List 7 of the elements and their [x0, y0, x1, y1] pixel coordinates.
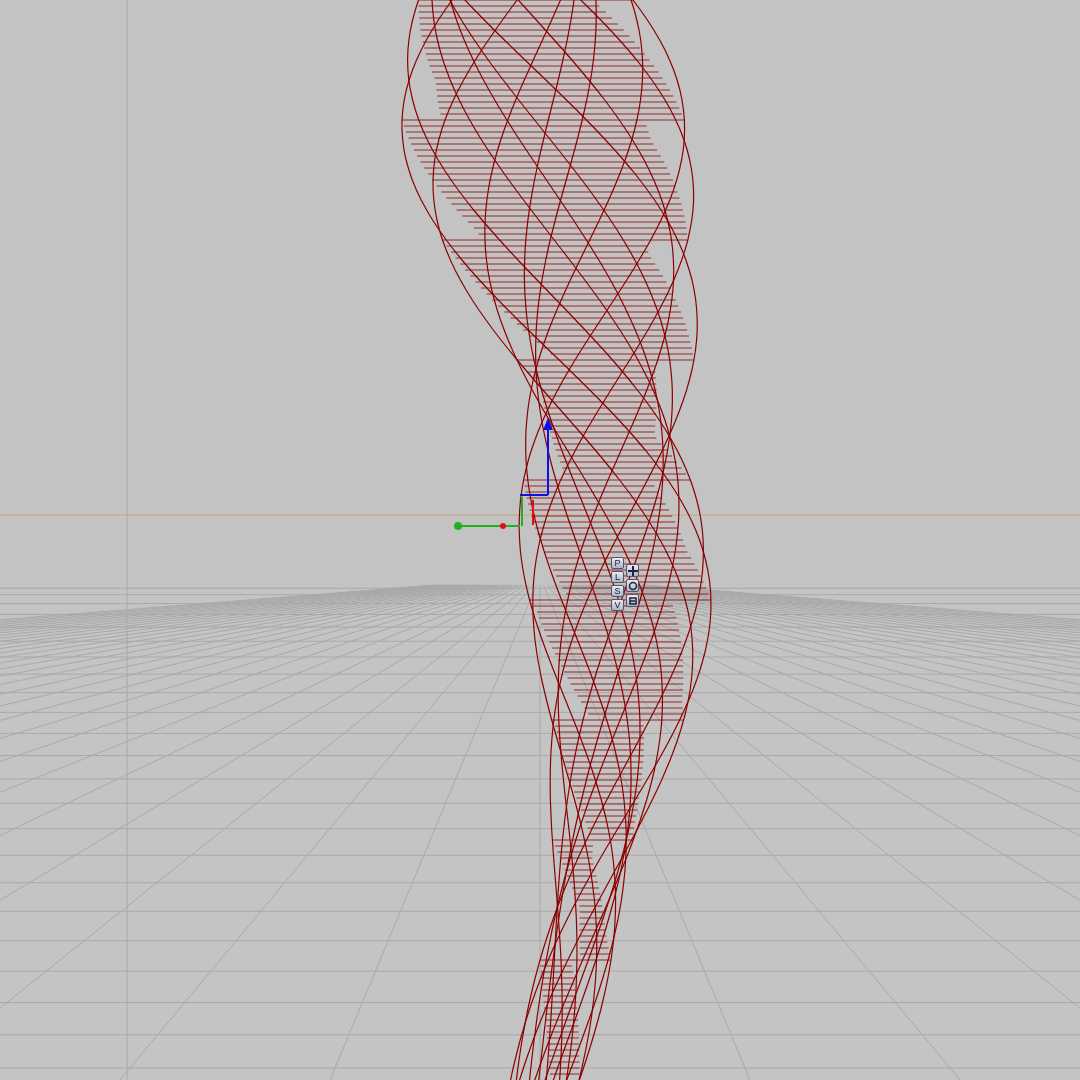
view-mode-button[interactable]: P: [611, 557, 624, 569]
view-mode-button[interactable]: S: [611, 585, 624, 597]
rotate-icon[interactable]: [626, 579, 639, 592]
view-mode-button[interactable]: V: [611, 599, 624, 611]
view-mode-button[interactable]: L: [611, 571, 624, 583]
scale-icon[interactable]: [626, 594, 639, 607]
move-icon[interactable]: [626, 564, 639, 577]
